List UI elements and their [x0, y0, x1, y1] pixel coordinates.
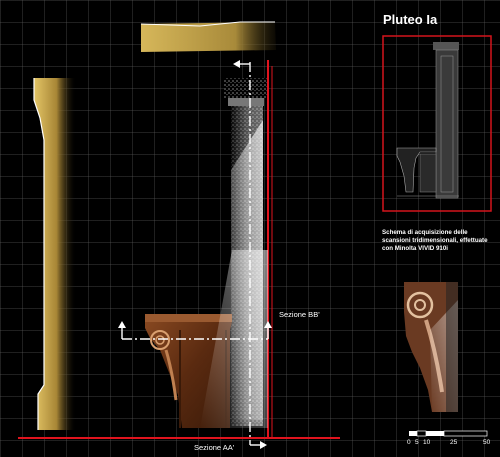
section-aa-label: Sezione AA' [194, 443, 235, 452]
scale-tick-0: 0 [407, 439, 411, 446]
drawing-sheet: Pluteo Ia Schema di acquisizione delle s… [0, 0, 500, 457]
scale-bar [409, 430, 488, 437]
left-section-profile [33, 78, 75, 430]
drawing-title: Pluteo Ia [383, 12, 438, 27]
scan-caption: Schema di acquisizione delle scansioni t… [382, 229, 488, 252]
scale-tick-10: 10 [423, 439, 431, 446]
section-bb-label: Sezione BB' [279, 310, 320, 319]
section-red-lines [267, 60, 273, 438]
scale-tick-25: 25 [450, 439, 458, 446]
inset-elevation-frame [382, 35, 492, 212]
scale-tick-50: 50 [483, 439, 491, 446]
scale-tick-5: 5 [415, 439, 419, 446]
top-section-profile [140, 21, 276, 52]
inset-console-scan [404, 282, 458, 412]
